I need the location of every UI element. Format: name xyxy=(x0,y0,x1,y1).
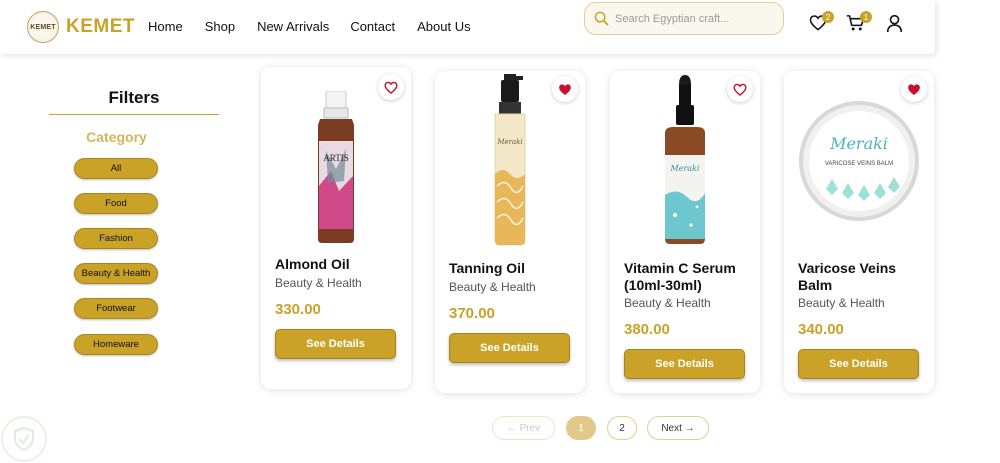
product-card: Meraki Tanning Oil Beauty & Health 370.0… xyxy=(435,71,585,393)
filters-title: Filters xyxy=(108,88,160,107)
category-chip-food[interactable]: Food xyxy=(74,193,158,214)
product-card: Meraki VARICOSE VEINS BALM Varicose Vein… xyxy=(784,71,934,393)
see-details-button[interactable]: See Details xyxy=(275,329,396,359)
nav-new-arrivals[interactable]: New Arrivals xyxy=(257,19,329,34)
product-price: 370.00 xyxy=(449,305,495,322)
brand-name: KEMET xyxy=(66,16,135,37)
svg-text:Meraki: Meraki xyxy=(829,134,888,153)
filters-divider xyxy=(49,114,219,115)
product-name[interactable]: Tanning Oil xyxy=(449,260,574,277)
wishlist-button[interactable]: 2 xyxy=(809,11,834,36)
product-price: 330.00 xyxy=(275,301,321,318)
product-name[interactable]: Almond Oil xyxy=(275,256,400,273)
see-details-button[interactable]: See Details xyxy=(449,333,570,363)
category-chip-fashion[interactable]: Fashion xyxy=(74,228,158,249)
site-header: KEMET KEMET Home Shop New Arrivals Conta… xyxy=(0,0,935,54)
see-details-button[interactable]: See Details xyxy=(798,349,919,379)
tanning-oil-bottle-image: Meraki xyxy=(494,74,526,246)
heart-filled-icon xyxy=(908,83,920,95)
product-card: Meraki Vitamin C Serum (10ml-30ml) Beaut… xyxy=(610,71,760,393)
nav-home[interactable]: Home xyxy=(148,19,183,34)
brand-logo[interactable]: KEMET KEMET xyxy=(27,11,135,43)
product-card: ARTIS Almond Oil Beauty & Health 330.00 … xyxy=(261,67,411,389)
vitamin-c-serum-bottle-image: Meraki xyxy=(665,75,705,244)
product-category: Beauty & Health xyxy=(449,280,536,294)
product-image[interactable]: Meraki xyxy=(610,75,760,245)
page-2-button[interactable]: 2 xyxy=(607,416,637,440)
product-name[interactable]: Varicose Veins Balm xyxy=(798,260,923,294)
product-category: Beauty & Health xyxy=(798,296,885,310)
balm-label-text: VARICOSE VEINS BALM xyxy=(825,161,893,167)
account-button[interactable] xyxy=(886,14,903,38)
product-category: Beauty & Health xyxy=(624,296,711,310)
product-image[interactable]: ARTIS xyxy=(261,91,411,243)
shield-check-icon xyxy=(14,427,34,451)
category-chip-homeware[interactable]: Homeware xyxy=(74,334,158,355)
nav-shop[interactable]: Shop xyxy=(205,19,235,34)
logo-seal-icon: KEMET xyxy=(27,11,59,43)
search-input[interactable] xyxy=(615,12,775,25)
category-chip-all[interactable]: All xyxy=(74,158,158,179)
category-chip-beauty-health[interactable]: Beauty & Health xyxy=(74,263,158,284)
page: KEMET KEMET Home Shop New Arrivals Conta… xyxy=(0,0,1000,463)
nav-contact[interactable]: Contact xyxy=(350,19,395,34)
product-image[interactable]: Meraki VARICOSE VEINS BALM xyxy=(784,99,934,223)
category-chip-footwear[interactable]: Footwear xyxy=(74,298,158,319)
nav-about-us[interactable]: About Us xyxy=(417,19,470,34)
almond-oil-label-text: ARTIS xyxy=(323,153,348,163)
tanning-oil-label-text: Meraki xyxy=(496,138,522,146)
prev-page-button[interactable]: ← Prev xyxy=(492,416,555,440)
vitamin-c-serum-label-text: Meraki xyxy=(670,164,700,173)
wishlist-count-badge: 2 xyxy=(822,11,834,23)
user-icon xyxy=(886,14,903,33)
category-title: Category xyxy=(86,129,147,145)
see-details-button[interactable]: See Details xyxy=(624,349,745,379)
product-name[interactable]: Vitamin C Serum (10ml-30ml) xyxy=(624,260,749,294)
main-nav: Home Shop New Arrivals Contact About Us xyxy=(148,19,471,34)
logo-seal-text: KEMET xyxy=(30,23,56,31)
almond-oil-bottle-image: ARTIS xyxy=(318,91,354,243)
search-bar xyxy=(584,2,784,35)
search-icon[interactable] xyxy=(594,11,609,26)
watermark-badge xyxy=(1,416,47,462)
varicose-veins-balm-tin-image: Meraki VARICOSE VEINS BALM xyxy=(799,101,919,221)
product-price: 340.00 xyxy=(798,321,844,338)
next-page-button[interactable]: Next → xyxy=(647,416,709,440)
cart-button[interactable]: 1 xyxy=(846,11,872,37)
product-category: Beauty & Health xyxy=(275,276,362,290)
cart-count-badge: 1 xyxy=(860,11,872,23)
page-1-button[interactable]: 1 xyxy=(566,416,596,440)
product-price: 380.00 xyxy=(624,321,670,338)
product-image[interactable]: Meraki xyxy=(435,74,585,246)
